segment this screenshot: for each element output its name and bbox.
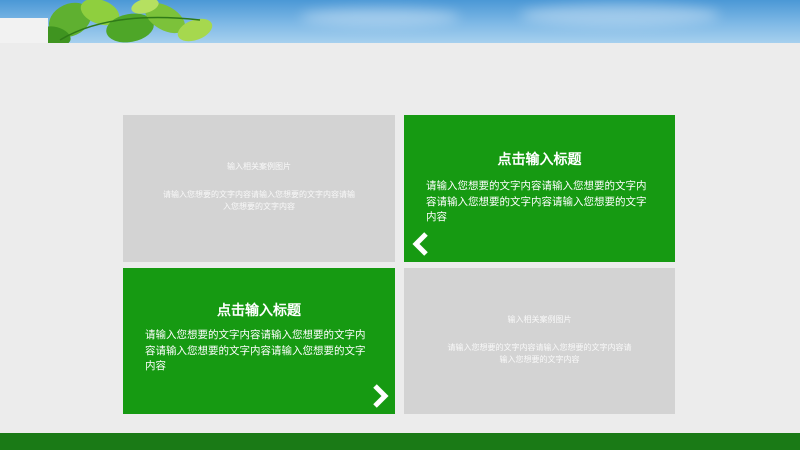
- cloud-decoration: [300, 8, 460, 26]
- tile-title[interactable]: 点击输入标题: [404, 149, 675, 169]
- tile-caption: 输入相关案例图片: [507, 315, 572, 324]
- header-banner: [0, 0, 800, 43]
- text-tile[interactable]: 点击输入标题 请输入您想要的文字内容请输入您想要的文字内容请输入您想要的文字内容…: [404, 115, 675, 262]
- image-placeholder-tile[interactable]: 输入相关案例图片 请输入您想要的文字内容请输入您想要的文字内容请输入您想要的文字…: [404, 268, 675, 414]
- tile-title[interactable]: 点击输入标题: [123, 300, 395, 320]
- tile-caption: 输入相关案例图片: [227, 162, 291, 171]
- image-placeholder-tile[interactable]: 输入相关案例图片 请输入您想要的文字内容请输入您想要的文字内容请输入您想要的文字…: [123, 115, 395, 262]
- text-tile[interactable]: 点击输入标题 请输入您想要的文字内容请输入您想要的文字内容请输入您想要的文字内容…: [123, 268, 395, 414]
- tile-text: 请输入您想要的文字内容请输入您想要的文字内容请输入您想要的文字内容请输入您想要的…: [426, 180, 647, 223]
- tile-text: 请输入您想要的文字内容请输入您想要的文字内容请输入您想要的文字内容: [447, 343, 632, 364]
- cloud-decoration: [520, 4, 720, 26]
- white-strip-decoration: [0, 18, 48, 43]
- tile-text: 请输入您想要的文字内容请输入您想要的文字内容请输入您想要的文字内容: [163, 190, 355, 211]
- footer-bar: [0, 433, 800, 450]
- chevron-right-icon[interactable]: [369, 383, 391, 409]
- chevron-left-icon[interactable]: [410, 231, 432, 257]
- tile-text: 请输入您想要的文字内容请输入您想要的文字内容请输入您想要的文字内容请输入您想要的…: [145, 329, 366, 372]
- slide-content: [0, 43, 800, 433]
